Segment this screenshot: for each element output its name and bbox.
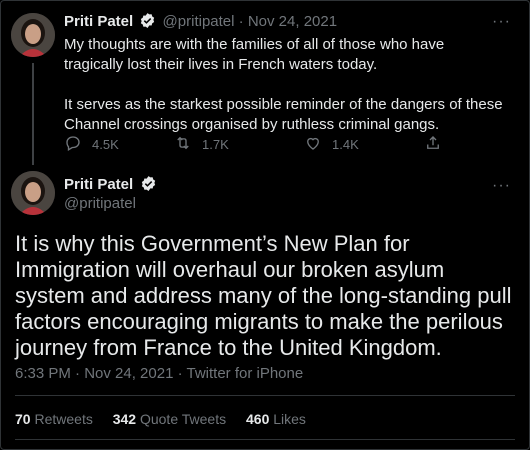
retweet-count: 1.7K — [202, 137, 229, 152]
tweet2-text: It is why this Government’s New Plan for… — [15, 231, 512, 360]
author-name[interactable]: Priti Patel — [64, 176, 133, 193]
quotes-stat[interactable]: 342 Quote Tweets — [113, 411, 242, 427]
reply-button[interactable]: 4.5K — [64, 134, 119, 155]
avatar[interactable] — [11, 171, 55, 215]
tweet2-header: Priti Patel — [64, 175, 157, 197]
reply-icon — [64, 134, 82, 155]
retweet-icon — [174, 134, 192, 155]
more-icon[interactable]: ··· — [492, 13, 511, 31]
divider — [15, 395, 515, 396]
tweet-date[interactable]: Nov 24, 2021 — [248, 13, 337, 30]
author-handle[interactable]: @pritipatel — [163, 13, 235, 30]
share-icon — [424, 134, 442, 155]
verified-icon — [140, 175, 157, 197]
tweet-meta[interactable]: 6:33 PM · Nov 24, 2021 · Twitter for iPh… — [15, 365, 303, 382]
retweets-stat[interactable]: 70 Retweets — [15, 411, 109, 427]
thread-line — [32, 63, 34, 165]
like-icon — [304, 134, 322, 155]
likes-count: 460 — [246, 411, 270, 427]
divider — [15, 439, 515, 440]
avatar[interactable] — [11, 13, 55, 57]
retweets-count: 70 — [15, 411, 31, 427]
reply-count: 4.5K — [92, 137, 119, 152]
quotes-label: Quote Tweets — [139, 411, 227, 427]
author-handle[interactable]: @pritipatel — [64, 195, 136, 212]
author-name[interactable]: Priti Patel — [64, 13, 133, 30]
quotes-count: 342 — [112, 411, 137, 427]
retweets-label: Retweets — [34, 411, 93, 427]
tweet-thread-card: Priti Patel @pritipatel · Nov 24, 2021 ·… — [0, 0, 530, 450]
tweet1-text: My thoughts are with the families of all… — [64, 36, 503, 133]
tweet1-actions: 4.5K 1.7K 1.4K — [64, 134, 504, 154]
retweet-button[interactable]: 1.7K — [174, 134, 229, 155]
likes-stat[interactable]: 460 Likes — [246, 411, 322, 427]
tweet1-header: Priti Patel @pritipatel · Nov 24, 2021 — [64, 12, 337, 33]
likes-label: Likes — [273, 411, 306, 427]
like-count: 1.4K — [332, 137, 359, 152]
like-button[interactable]: 1.4K — [304, 134, 359, 155]
more-icon[interactable]: ··· — [492, 177, 511, 195]
verified-icon — [139, 12, 156, 33]
engagement-stats: 70 Retweets 342 Quote Tweets 460 Likes — [15, 411, 322, 427]
separator: · — [238, 13, 244, 30]
share-button[interactable] — [424, 134, 442, 155]
